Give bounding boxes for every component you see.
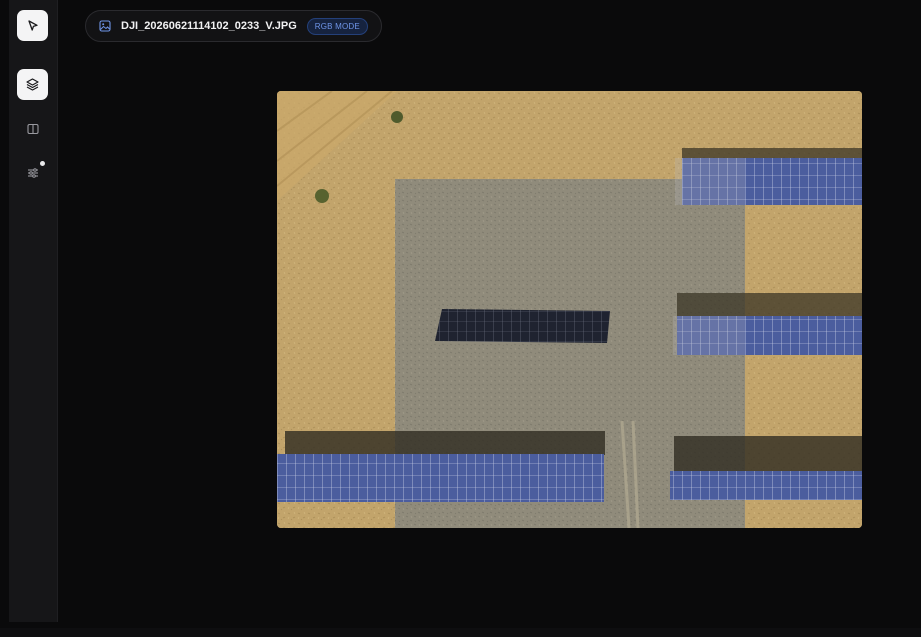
image-icon bbox=[99, 20, 111, 32]
aerial-image-viewer[interactable] bbox=[277, 91, 862, 528]
aerial-image bbox=[277, 91, 862, 528]
split-view-icon bbox=[26, 123, 39, 134]
app-window: DJI_20260621114102_0233_V.JPG RGB MODE bbox=[0, 0, 921, 637]
cursor-icon bbox=[27, 19, 38, 31]
adjustments-button[interactable] bbox=[17, 157, 48, 188]
notification-dot bbox=[40, 161, 45, 166]
select-tool-button[interactable] bbox=[17, 10, 48, 41]
file-name: DJI_20260621114102_0233_V.JPG bbox=[121, 20, 297, 32]
left-toolbar bbox=[9, 0, 58, 622]
status-strip bbox=[0, 628, 921, 637]
mode-badge: RGB MODE bbox=[306, 17, 368, 35]
sliders-icon bbox=[27, 167, 38, 178]
layers-icon bbox=[26, 78, 39, 91]
file-info-pill: DJI_20260621114102_0233_V.JPG RGB MODE bbox=[85, 10, 382, 42]
layers-tool-button[interactable] bbox=[17, 69, 48, 100]
split-view-button[interactable] bbox=[17, 113, 48, 144]
